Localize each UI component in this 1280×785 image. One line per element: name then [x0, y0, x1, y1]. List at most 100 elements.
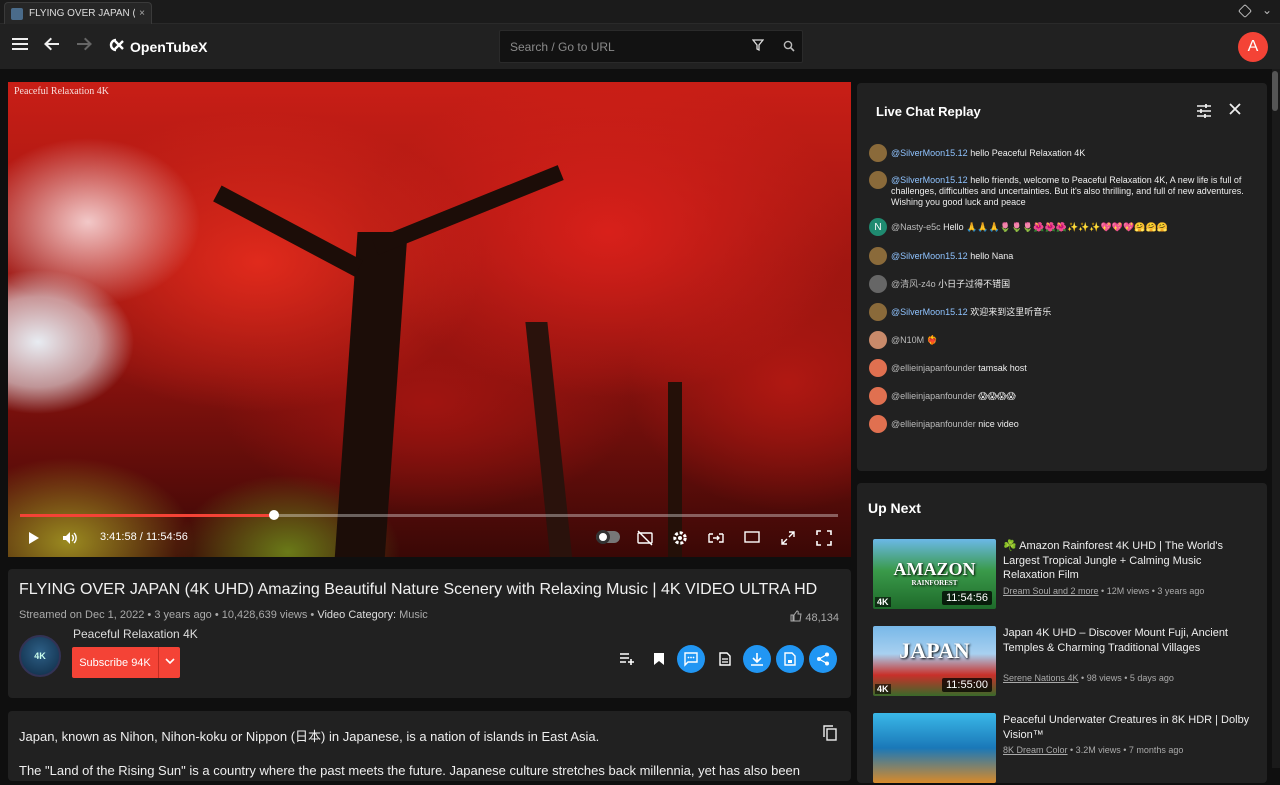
copy-icon[interactable]: [823, 725, 837, 746]
seek-bar[interactable]: [20, 510, 838, 520]
video-frame: [8, 82, 851, 557]
picture-in-picture-icon[interactable]: [708, 530, 724, 549]
thumbnail-badge: 4K: [875, 684, 891, 694]
chat-user-avatar[interactable]: N: [869, 218, 887, 236]
search-input[interactable]: [500, 31, 740, 62]
browser-menu-icon[interactable]: ⌄: [1262, 3, 1272, 17]
live-chat-panel: Live Chat Replay @SilverMoon15.12 hello …: [857, 83, 1267, 471]
chat-text: ❤️‍🔥: [924, 335, 938, 345]
file-icon: [784, 652, 796, 666]
up-next-item-title[interactable]: Japan 4K UHD – Discover Mount Fuji, Anci…: [1003, 626, 1253, 655]
up-next-item-title[interactable]: Peaceful Underwater Creatures in 8K HDR …: [1003, 713, 1253, 742]
chat-username[interactable]: @SilverMoon15.12: [891, 251, 968, 261]
chat-username[interactable]: @SilverMoon15.12: [891, 307, 968, 317]
up-next-item[interactable]: JAPAN 4K 11:55:00 Japan 4K UHD – Discover M…: [873, 626, 1257, 698]
up-next-item[interactable]: Peaceful Underwater Creatures in 8K HDR …: [873, 713, 1257, 785]
video-player[interactable]: Peaceful Relaxation 4K 3:41:58 / 11:54:5…: [8, 82, 851, 557]
chat-text: nice video: [975, 419, 1019, 429]
chat-user-avatar[interactable]: [869, 144, 887, 162]
description-card: Japan, known as Nihon, Nihon-koku or Nip…: [8, 711, 851, 781]
favicon-icon: [11, 7, 23, 20]
extensions-icon[interactable]: [1237, 3, 1253, 19]
autoplay-toggle[interactable]: [596, 530, 620, 544]
thumbnail-subtext: RAINFOREST: [911, 579, 958, 587]
category-label: Video Category:: [317, 609, 397, 621]
download-icon: [751, 653, 763, 666]
thumbnail-badge: 4K: [875, 597, 891, 607]
forward-arrow-icon[interactable]: [76, 36, 92, 57]
subscribe-button[interactable]: Subscribe 94K: [72, 647, 180, 678]
chat-message: @SilverMoon15.12 hello Peaceful Relaxati…: [869, 144, 1259, 162]
channel-name[interactable]: Peaceful Relaxation 4K: [73, 627, 198, 641]
filter-icon[interactable]: [751, 39, 765, 54]
chat-user-avatar[interactable]: [869, 387, 887, 405]
back-arrow-icon[interactable]: [44, 36, 60, 57]
chat-username[interactable]: @ellieinjapanfounder: [891, 363, 976, 373]
fullscreen-icon[interactable]: [816, 530, 832, 549]
hamburger-menu-icon[interactable]: [12, 35, 28, 56]
chat-username[interactable]: @Nasty-e5c: [891, 222, 941, 232]
chat-user-avatar[interactable]: [869, 171, 887, 189]
video-duration: 11:54:56: [941, 591, 992, 605]
like-count[interactable]: 48,134: [790, 610, 839, 625]
chat-username[interactable]: @SilverMoon15.12: [891, 175, 968, 185]
up-next-panel: Up Next AMAZON RAINFOREST 4K 11:54:56 ☘️ Ama…: [857, 483, 1267, 783]
description-line: Japan, known as Nihon, Nihon-koku or Nip…: [19, 729, 600, 744]
search-box: [499, 30, 803, 63]
chat-message-body: @SilverMoon15.12 hello Peaceful Relaxati…: [891, 144, 1259, 159]
save-file-button[interactable]: [776, 645, 804, 673]
channel-avatar[interactable]: 4K: [19, 635, 61, 677]
app-logo[interactable]: OpenTubeX: [108, 38, 208, 56]
up-next-thumbnail[interactable]: JAPAN 4K 11:55:00: [873, 626, 996, 696]
chat-user-avatar[interactable]: [869, 415, 887, 433]
transcript-button[interactable]: [711, 645, 739, 673]
chat-username[interactable]: @清风-z4o: [891, 279, 936, 289]
up-next-channel[interactable]: Serene Nations 4K: [1003, 673, 1079, 683]
chat-username[interactable]: @ellieinjapanfounder: [891, 391, 976, 401]
close-icon[interactable]: [1229, 102, 1241, 120]
theater-mode-icon[interactable]: [744, 530, 760, 547]
scrollbar-thumb[interactable]: [1272, 71, 1278, 111]
chat-user-avatar[interactable]: [869, 275, 887, 293]
subtitles-off-icon[interactable]: [637, 530, 653, 549]
chat-message-body: @N10M ❤️‍🔥: [891, 331, 1259, 346]
up-next-thumbnail[interactable]: AMAZON RAINFOREST 4K 11:54:56: [873, 539, 996, 609]
chat-text: hello Nana: [967, 251, 1014, 261]
video-duration: 11:55:00: [941, 678, 992, 692]
chat-user-avatar[interactable]: [869, 359, 887, 377]
settings-gear-icon[interactable]: [672, 530, 688, 549]
chat-text: Hello 🙏🙏🙏🌷🌷🌷🌺🌺🌺✨✨✨💖💖💖🤗🤗🤗: [940, 222, 1168, 232]
add-to-playlist-button[interactable]: [613, 645, 641, 673]
chat-user-avatar[interactable]: [869, 303, 887, 321]
chat-user-avatar[interactable]: [869, 247, 887, 265]
bookmark-button[interactable]: [645, 645, 673, 673]
chat-toggle-button[interactable]: [677, 645, 705, 673]
up-next-item-title[interactable]: ☘️ Amazon Rainforest 4K UHD | The World'…: [1003, 539, 1253, 583]
video-info-card: FLYING OVER JAPAN (4K UHD) Amazing Beaut…: [8, 569, 851, 698]
browser-tab[interactable]: FLYING OVER JAPAN (... ×: [4, 2, 152, 24]
up-next-channel[interactable]: Dream Soul and 2 more: [1003, 586, 1099, 596]
video-watermark: Peaceful Relaxation 4K: [14, 86, 109, 97]
search-icon[interactable]: [783, 39, 795, 52]
user-avatar[interactable]: A: [1238, 32, 1268, 62]
up-next-thumbnail[interactable]: [873, 713, 996, 783]
volume-icon[interactable]: [62, 531, 78, 548]
chat-username[interactable]: @N10M: [891, 335, 924, 345]
expand-icon[interactable]: [780, 530, 796, 549]
app-name: OpenTubeX: [130, 39, 208, 55]
description-line: The "Land of the Rising Sun" is a countr…: [19, 763, 801, 778]
browser-tab-title: FLYING OVER JAPAN (...: [29, 8, 136, 19]
up-next-channel[interactable]: 8K Dream Color: [1003, 745, 1068, 755]
play-icon[interactable]: [28, 531, 40, 548]
chat-username[interactable]: @SilverMoon15.12: [891, 148, 968, 158]
tab-close-icon[interactable]: ×: [139, 8, 145, 19]
chat-user-avatar[interactable]: [869, 331, 887, 349]
chat-username[interactable]: @ellieinjapanfounder: [891, 419, 976, 429]
download-button[interactable]: [743, 645, 771, 673]
up-next-item[interactable]: AMAZON RAINFOREST 4K 11:54:56 ☘️ Amazon Rain…: [873, 539, 1257, 611]
page-scrollbar[interactable]: [1272, 69, 1280, 768]
chevron-down-icon[interactable]: [159, 657, 180, 668]
seek-bar-handle[interactable]: [268, 510, 279, 520]
share-button[interactable]: [809, 645, 837, 673]
tune-icon[interactable]: [1196, 104, 1212, 123]
